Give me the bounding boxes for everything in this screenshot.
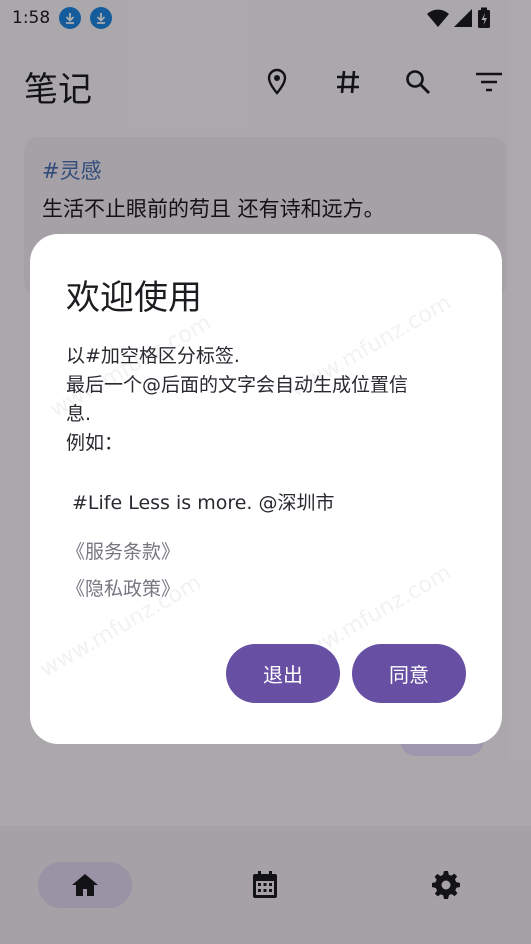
dialog-title: 欢迎使用 — [66, 278, 202, 318]
welcome-dialog: www.mfunz.com www.mfunz.com www.mfunz.co… — [30, 234, 502, 744]
terms-of-service-link[interactable]: 《服务条款》 — [66, 537, 180, 564]
dialog-body-line: 息. — [66, 403, 92, 425]
dialog-body-line: 例如： — [66, 432, 124, 454]
agree-button[interactable]: 同意 — [352, 644, 466, 703]
dialog-body: 以#加空格区分标签. 最后一个@后面的文字会自动生成位置信 息. 例如： — [66, 342, 466, 458]
dialog-example: #Life Less is more. @深圳市 — [72, 492, 335, 514]
dialog-body-line: 以#加空格区分标签. — [66, 345, 240, 367]
exit-button[interactable]: 退出 — [226, 644, 340, 703]
privacy-policy-link[interactable]: 《隐私政策》 — [66, 574, 180, 601]
dialog-body-line: 最后一个@后面的文字会自动生成位置信 — [66, 374, 409, 396]
